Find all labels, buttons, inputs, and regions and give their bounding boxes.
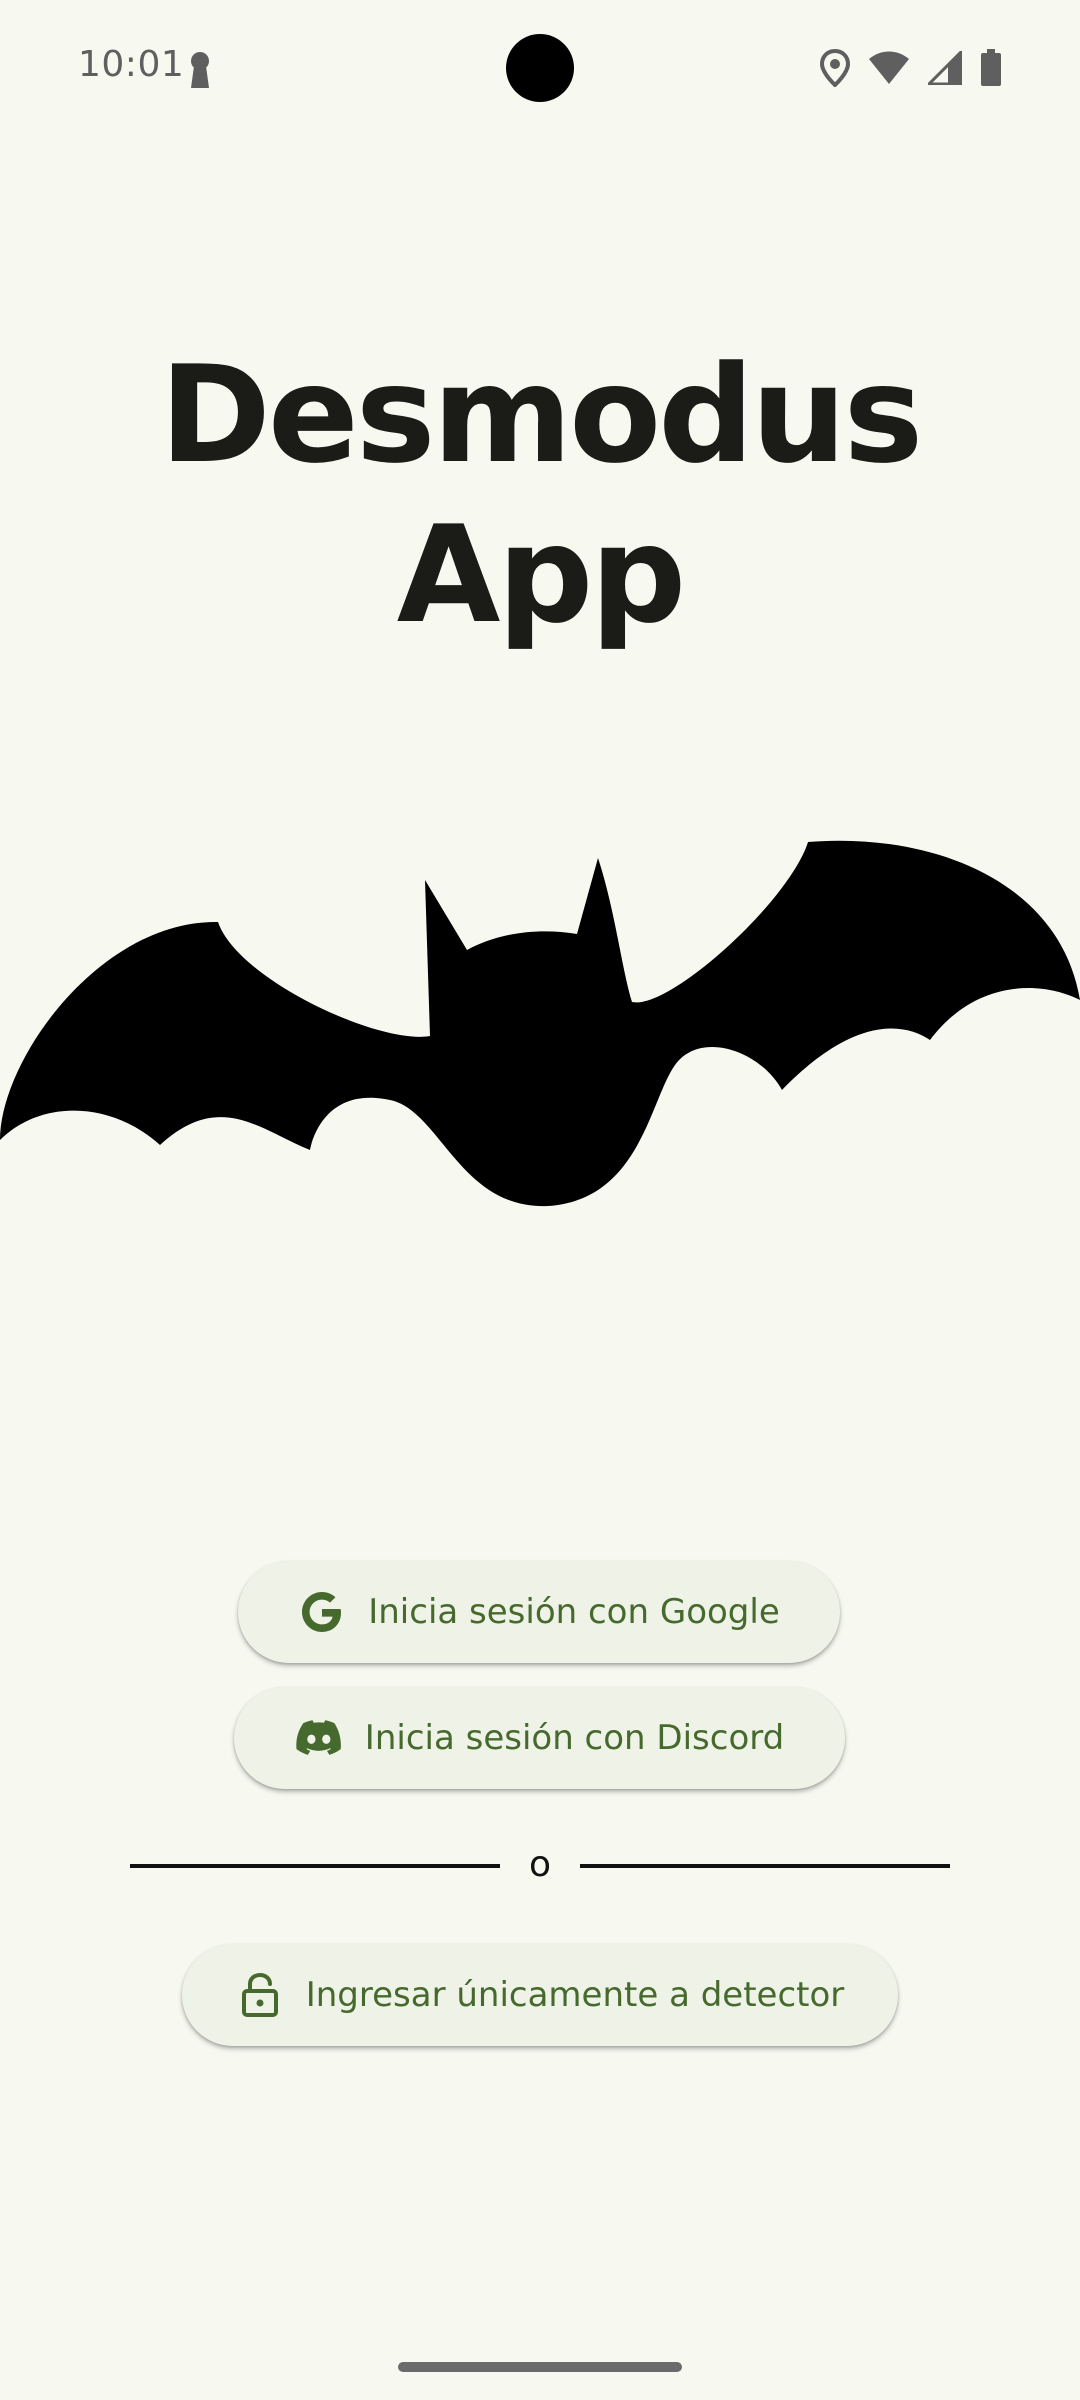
gesture-nav-bar[interactable] <box>398 2362 682 2372</box>
login-screen: 10:01 Desmodus App Inicia sesión con Goo… <box>0 0 1080 2400</box>
divider-text: o <box>528 1844 552 1885</box>
status-bar: 10:01 <box>0 0 1080 136</box>
status-time: 10:01 <box>78 44 185 85</box>
discord-icon <box>295 1714 343 1762</box>
discord-login-button[interactable]: Inicia sesión con Discord <box>234 1687 845 1789</box>
divider-line-left <box>130 1864 500 1868</box>
key-icon <box>186 50 214 90</box>
lock-open-icon <box>236 1971 284 2019</box>
google-login-button[interactable]: Inicia sesión con Google <box>238 1561 840 1663</box>
signal-icon <box>928 51 962 85</box>
wifi-icon <box>868 51 910 85</box>
location-icon <box>820 49 850 87</box>
divider-line-right <box>580 1864 950 1868</box>
detector-only-label: Ingresar únicamente a detector <box>305 1975 845 2015</box>
google-icon <box>298 1588 346 1636</box>
status-icons <box>820 48 1002 88</box>
camera-cutout <box>506 34 574 102</box>
detector-only-button[interactable]: Ingresar únicamente a detector <box>182 1944 898 2046</box>
bat-logo <box>0 840 1080 1207</box>
app-title: Desmodus App <box>159 337 924 653</box>
or-divider: o <box>130 1840 950 1890</box>
google-login-label: Inicia sesión con Google <box>368 1592 780 1632</box>
battery-icon <box>980 49 1002 87</box>
discord-login-label: Inicia sesión con Discord <box>364 1718 785 1758</box>
